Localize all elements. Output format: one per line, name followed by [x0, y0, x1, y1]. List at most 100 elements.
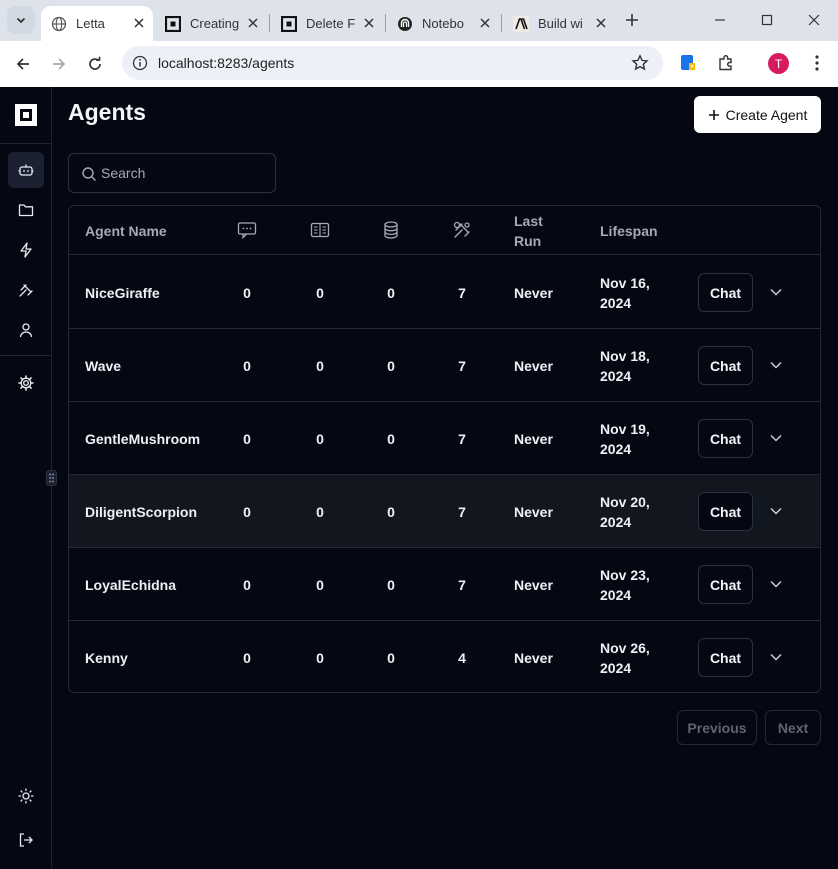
address-bar[interactable]: localhost:8283/agents [122, 46, 663, 80]
letta-logo-icon[interactable] [13, 102, 39, 128]
agent-name[interactable]: GentleMushroom [85, 402, 200, 475]
agent-name[interactable]: DiligentScorpion [85, 475, 197, 548]
sidebar-item-sources[interactable] [8, 192, 44, 228]
chat-button[interactable]: Chat [698, 273, 753, 312]
chat-button[interactable]: Chat [698, 638, 753, 677]
arrow-left-icon [16, 58, 29, 70]
header-agent-name[interactable]: Agent Name [85, 206, 167, 255]
source-count: 0 [387, 430, 395, 447]
close-icon [808, 14, 820, 26]
globe-icon [51, 16, 67, 32]
app-root: Agents Create Agent Agent Name Last Run … [0, 87, 838, 869]
tab-search-button[interactable] [7, 6, 35, 34]
tab-delete[interactable]: Delete F [271, 6, 383, 41]
sidebar-item-users[interactable] [8, 312, 44, 348]
tool-count: 7 [458, 503, 466, 520]
puzzle-icon[interactable] [714, 51, 738, 75]
close-icon[interactable] [477, 15, 493, 31]
more-menu-icon[interactable] [805, 51, 829, 75]
chevron-down-icon[interactable] [767, 429, 785, 447]
close-icon[interactable] [131, 15, 147, 31]
bot-icon [18, 164, 34, 176]
create-agent-button[interactable]: Create Agent [694, 96, 821, 133]
tools-icon [453, 221, 470, 238]
chat-button[interactable]: Chat [698, 419, 753, 458]
message-count: 0 [243, 430, 251, 447]
message-count: 0 [243, 649, 251, 666]
agent-name[interactable]: Wave [85, 329, 121, 402]
message-count: 0 [243, 284, 251, 301]
agents-table: Agent Name Last Run Lifespan NiceGiraffe… [68, 205, 821, 693]
chat-button[interactable]: Chat [698, 346, 753, 385]
search-input[interactable] [101, 154, 271, 192]
table-row[interactable]: LoyalEchidna 0 0 0 7 Never Nov 23, 2024 Chat [69, 548, 820, 621]
table-row[interactable]: Wave 0 0 0 7 Never Nov 18, 2024 Chat [69, 329, 820, 402]
url-text[interactable]: localhost:8283/agents [158, 55, 294, 71]
reload-button[interactable] [81, 50, 109, 78]
notebook-logo-icon [397, 16, 413, 32]
last-run: Never [514, 576, 553, 593]
close-window-button[interactable] [799, 8, 829, 32]
chevron-down-icon[interactable] [767, 356, 785, 374]
back-button[interactable] [9, 50, 37, 78]
lifespan-date: Nov 16, 2024 [600, 274, 650, 311]
letta-logo-icon [165, 15, 181, 32]
tab-letta[interactable]: Letta [41, 6, 153, 41]
chevron-down-icon[interactable] [767, 575, 785, 593]
sidebar-item-tools[interactable] [8, 272, 44, 308]
logout-icon [19, 833, 33, 847]
chevron-down-icon[interactable] [767, 283, 785, 301]
tab-separator [385, 14, 386, 32]
profile-avatar[interactable]: T [768, 53, 789, 74]
tool-count: 7 [458, 284, 466, 301]
source-count: 0 [387, 649, 395, 666]
tab-separator [501, 14, 502, 32]
close-icon[interactable] [245, 15, 261, 31]
minimize-button[interactable] [705, 8, 735, 32]
minimize-icon [715, 19, 725, 21]
message-count: 0 [243, 503, 251, 520]
tab-creating[interactable]: Creating [155, 6, 267, 41]
sidebar-item-settings[interactable] [8, 365, 44, 401]
agent-name[interactable]: LoyalEchidna [85, 548, 176, 621]
next-page-button[interactable]: Next [765, 710, 821, 745]
tab-notebook[interactable]: Notebo [387, 6, 499, 41]
anthropic-logo-icon [513, 15, 529, 32]
search-icon [82, 167, 96, 181]
star-icon[interactable] [631, 54, 649, 72]
forward-button[interactable] [45, 50, 73, 78]
source-count: 0 [387, 503, 395, 520]
lifespan-date: Nov 26, 2024 [600, 639, 650, 676]
sidebar-item-actions[interactable] [8, 232, 44, 268]
close-icon[interactable] [593, 15, 609, 31]
sidebar-resize-handle[interactable] [46, 470, 57, 486]
table-row[interactable]: DiligentScorpion 0 0 0 7 Never Nov 20, 2024 Cha… [69, 475, 820, 548]
table-row[interactable]: GentleMushroom 0 0 0 7 Never Nov 19, 2024 Chat [69, 402, 820, 475]
source-count: 0 [387, 576, 395, 593]
memory-count: 0 [316, 357, 324, 374]
extension-pdf-icon[interactable] [676, 51, 700, 75]
previous-page-button[interactable]: Previous [677, 710, 757, 745]
search-box[interactable] [68, 153, 276, 193]
tab-build[interactable]: Build wi [503, 6, 615, 41]
info-icon[interactable] [132, 55, 148, 71]
agent-name[interactable]: Kenny [85, 621, 128, 692]
arrow-right-icon [53, 58, 66, 70]
agent-name[interactable]: NiceGiraffe [85, 256, 160, 329]
page-title: Agents [68, 99, 146, 125]
header-last-run[interactable]: Last Run [514, 206, 554, 255]
chat-button[interactable]: Chat [698, 492, 753, 531]
close-icon[interactable] [361, 15, 377, 31]
table-row[interactable]: Kenny 0 0 0 4 Never Nov 26, 2024 Chat [69, 621, 820, 692]
maximize-button[interactable] [752, 8, 782, 32]
logout-button[interactable] [8, 822, 44, 858]
header-lifespan[interactable]: Lifespan [600, 206, 658, 255]
sidebar-item-agents[interactable] [8, 152, 44, 188]
chevron-down-icon[interactable] [767, 502, 785, 520]
new-tab-button[interactable] [620, 8, 644, 32]
theme-toggle-button[interactable] [8, 778, 44, 814]
chat-button[interactable]: Chat [698, 565, 753, 604]
chevron-down-icon[interactable] [767, 648, 785, 666]
sidebar-divider [0, 355, 52, 356]
table-row[interactable]: NiceGiraffe 0 0 0 7 Never Nov 16, 2024 Chat [69, 256, 820, 329]
